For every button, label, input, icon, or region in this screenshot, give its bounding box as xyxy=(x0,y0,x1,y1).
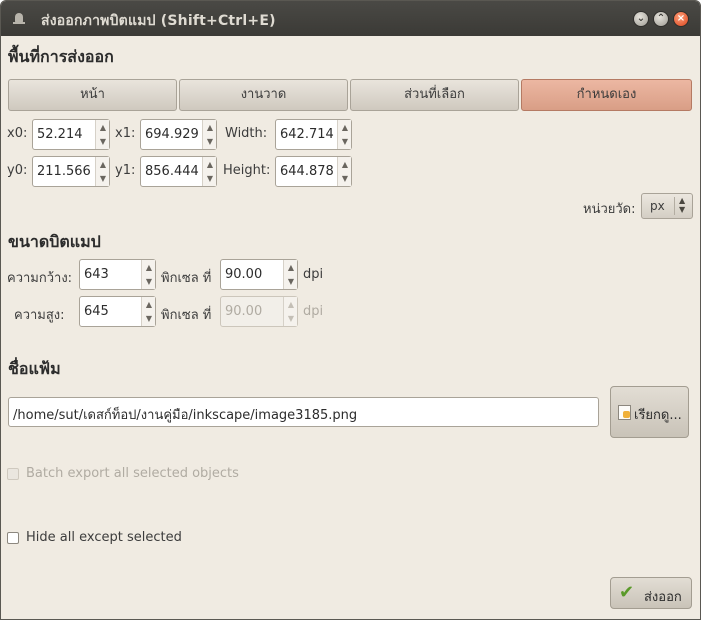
bitmap-size-heading: ขนาดบิตแมป xyxy=(8,232,101,251)
hide-all-checkbox[interactable] xyxy=(7,532,19,544)
filename-heading: ชื่อแฟ้ม xyxy=(8,359,61,378)
height-dpi-spinbox: 90.00 ▲ ▼ xyxy=(220,296,298,327)
folder-icon xyxy=(618,405,631,420)
dpi-value: 90.00 xyxy=(225,267,263,282)
spin-up-icon: ▲ xyxy=(287,300,295,309)
bitmap-height-label: ความสูง: xyxy=(14,308,65,323)
units-combo[interactable]: px ▲ ▼ xyxy=(641,193,693,219)
window-menu-icon[interactable] xyxy=(13,13,25,24)
window-title: ส่งออกภาพบิตแมป (Shift+Ctrl+E) xyxy=(41,13,276,29)
close-button[interactable]: × xyxy=(673,11,689,27)
spin-up-icon[interactable]: ▲ xyxy=(338,123,352,132)
height-value: 644.878 xyxy=(280,164,334,179)
titlebar[interactable]: ส่งออกภาพบิตแมป (Shift+Ctrl+E) ⌄ ⌃ × xyxy=(1,1,700,36)
export-button-label: ส่งออก xyxy=(644,590,682,605)
spin-up-icon[interactable]: ▲ xyxy=(96,123,110,132)
export-area-heading: พื้นที่การส่งออก xyxy=(8,47,114,66)
bitmap-width-pixels-at: พิกเซล ที่ xyxy=(161,271,212,286)
filename-value: /home/sut/เดสก์ท็อป/งานคู่มือ/inkscape/i… xyxy=(13,408,358,423)
spin-down-icon: ▼ xyxy=(287,314,295,323)
units-label: หน่วยวัด: xyxy=(583,202,636,217)
y1-spinbox[interactable]: 856.444 ▲ ▼ xyxy=(140,156,217,187)
spin-down-icon[interactable]: ▼ xyxy=(142,314,156,323)
browse-label: เรียกดู... xyxy=(634,408,682,423)
tab-selection[interactable]: ส่วนที่เลือก xyxy=(350,79,519,111)
browse-button[interactable]: เรียกดู... xyxy=(610,386,689,438)
spin-down-icon[interactable]: ▼ xyxy=(338,137,352,146)
spin-up-icon[interactable]: ▲ xyxy=(338,160,352,169)
spin-down-icon[interactable]: ▼ xyxy=(203,137,217,146)
bitmap-width-value: 643 xyxy=(84,267,109,282)
height-label: Height: xyxy=(223,163,271,178)
spin-up-icon[interactable]: ▲ xyxy=(142,300,156,309)
x1-spinbox[interactable]: 694.929 ▲ ▼ xyxy=(140,119,217,150)
chevron-up-icon: ⌃ xyxy=(656,13,666,24)
spin-up-icon[interactable]: ▲ xyxy=(284,263,298,272)
spin-up-icon[interactable]: ▲ xyxy=(142,263,156,272)
width-spinbox[interactable]: 642.714 ▲ ▼ xyxy=(275,119,352,150)
y1-value: 856.444 xyxy=(145,164,199,179)
bitmap-height-pixels-at: พิกเซล ที่ xyxy=(161,308,212,323)
width-value: 642.714 xyxy=(280,127,334,142)
bitmap-height-value: 645 xyxy=(84,304,109,319)
x0-value: 52.214 xyxy=(37,127,83,142)
spin-down-icon[interactable]: ▼ xyxy=(284,277,298,286)
close-icon: × xyxy=(676,13,686,24)
spin-down-icon[interactable]: ▼ xyxy=(96,137,110,146)
minimize-button[interactable]: ⌄ xyxy=(633,11,649,27)
combo-arrows-icon: ▲ ▼ xyxy=(679,196,686,214)
spin-up-icon[interactable]: ▲ xyxy=(96,160,110,169)
y0-label: y0: xyxy=(7,163,28,178)
units-value: px xyxy=(650,199,665,213)
checkmark-icon: ✔ xyxy=(619,582,635,603)
batch-export-checkbox xyxy=(7,468,19,480)
tab-drawing[interactable]: งานวาด xyxy=(179,79,348,111)
spin-down-icon[interactable]: ▼ xyxy=(338,174,352,183)
bitmap-width-spinbox[interactable]: 643 ▲ ▼ xyxy=(79,259,156,290)
filename-input[interactable]: /home/sut/เดสก์ท็อป/งานคู่มือ/inkscape/i… xyxy=(8,397,599,427)
x1-label: x1: xyxy=(115,126,136,141)
height-dpi-value: 90.00 xyxy=(225,304,263,319)
tab-page[interactable]: หน้า xyxy=(8,79,177,111)
height-spinbox[interactable]: 644.878 ▲ ▼ xyxy=(275,156,352,187)
x0-spinbox[interactable]: 52.214 ▲ ▼ xyxy=(32,119,110,150)
width-label: Width: xyxy=(225,126,268,141)
dpi-unit: dpi xyxy=(303,267,324,282)
spin-down-icon[interactable]: ▼ xyxy=(96,174,110,183)
spin-up-icon[interactable]: ▲ xyxy=(203,160,217,169)
x1-value: 694.929 xyxy=(145,127,199,142)
spin-up-icon[interactable]: ▲ xyxy=(203,123,217,132)
bitmap-width-label: ความกว้าง: xyxy=(7,271,73,286)
height-dpi-unit: dpi xyxy=(303,304,324,319)
export-bitmap-dialog: ส่งออกภาพบิตแมป (Shift+Ctrl+E) ⌄ ⌃ × พื้… xyxy=(0,0,701,620)
spin-down-icon[interactable]: ▼ xyxy=(142,277,156,286)
chevron-down-icon: ⌄ xyxy=(636,13,646,24)
hide-all-label[interactable]: Hide all except selected xyxy=(26,530,182,545)
spin-down-icon[interactable]: ▼ xyxy=(203,174,217,183)
maximize-button[interactable]: ⌃ xyxy=(653,11,669,27)
y0-value: 211.566 xyxy=(37,164,91,179)
y0-spinbox[interactable]: 211.566 ▲ ▼ xyxy=(32,156,110,187)
bitmap-height-spinbox[interactable]: 645 ▲ ▼ xyxy=(79,296,156,327)
dpi-spinbox[interactable]: 90.00 ▲ ▼ xyxy=(220,259,298,290)
tab-custom[interactable]: กำหนดเอง xyxy=(521,79,692,111)
export-button[interactable]: ✔ ส่งออก xyxy=(610,577,692,609)
x0-label: x0: xyxy=(7,126,28,141)
batch-export-label: Batch export all selected objects xyxy=(26,466,239,481)
y1-label: y1: xyxy=(115,163,136,178)
